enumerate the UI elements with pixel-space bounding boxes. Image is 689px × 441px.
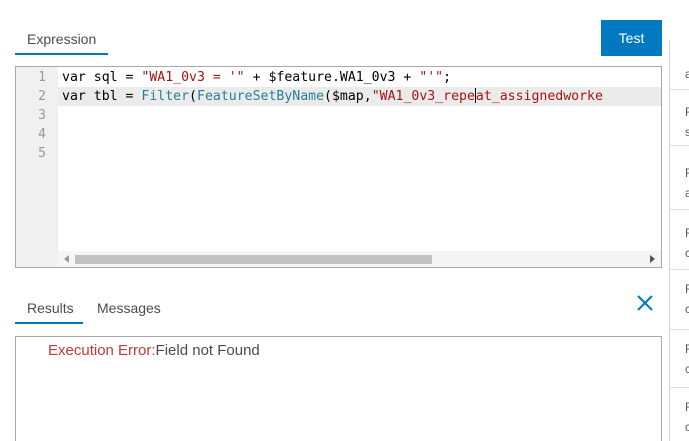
line-number: 2 — [38, 89, 46, 104]
code-text: ; — [443, 70, 452, 85]
horizontal-scrollbar[interactable] — [58, 251, 661, 267]
execution-error: Execution Error:Field not Found — [48, 342, 260, 359]
list-item[interactable]: F a — [670, 154, 689, 210]
list-item-text: s — [685, 125, 689, 139]
error-message: Field not Found — [155, 342, 260, 359]
code-text: + $feature.WA1_0v3 + — [244, 70, 420, 85]
tab-results[interactable]: Results — [27, 300, 74, 316]
code-text: ($map, — [324, 89, 372, 104]
keyword: var — [62, 89, 86, 104]
function-name: FeatureSetByName — [197, 89, 325, 104]
list-item-text: c — [685, 302, 689, 316]
code-line-1[interactable]: var sql = "WA1_0v3 = '" + $feature.WA1_0… — [62, 68, 451, 87]
code-line-2[interactable]: var tbl = Filter(FeatureSetByName($map,"… — [58, 87, 661, 106]
close-icon[interactable] — [634, 292, 656, 314]
line-number: 4 — [38, 127, 46, 142]
list-item-text: F — [685, 342, 689, 356]
tab-expression[interactable]: Expression — [27, 31, 96, 47]
function-list-panel: a F s F a F c F c F c F c — [669, 40, 689, 441]
tab-expression-underline — [15, 53, 108, 55]
list-item-text: c — [685, 246, 689, 260]
tab-messages[interactable]: Messages — [97, 300, 161, 316]
line-number-gutter: 1 2 3 4 5 — [16, 67, 58, 267]
test-button[interactable]: Test — [601, 20, 662, 56]
close-icon-svg — [637, 295, 653, 311]
list-item-text: a — [685, 67, 689, 81]
list-item-text: c — [685, 362, 689, 376]
scroll-right-icon[interactable] — [650, 255, 655, 263]
list-item-text: F — [685, 226, 689, 240]
list-item[interactable]: F s — [670, 92, 689, 146]
line-number: 5 — [38, 146, 46, 161]
string-literal: "WA1_0v3 = '" — [141, 70, 245, 85]
error-label: Execution Error: — [48, 342, 156, 359]
function-name: Filter — [141, 89, 190, 104]
list-item-text: c — [685, 420, 689, 434]
list-item[interactable]: F c — [670, 272, 689, 330]
string-literal: "'" — [419, 70, 444, 85]
tab-results-underline — [15, 322, 83, 324]
list-item[interactable]: F c — [670, 212, 689, 270]
list-item[interactable]: a — [670, 40, 689, 90]
scrollbar-thumb[interactable] — [75, 255, 432, 264]
list-item-text: a — [685, 186, 689, 200]
list-item-text: F — [685, 166, 689, 180]
list-item[interactable]: F c — [670, 390, 689, 441]
line-number: 3 — [38, 108, 46, 123]
list-item-text: F — [685, 400, 689, 414]
keyword: var — [62, 70, 86, 85]
list-item-text: F — [685, 105, 689, 119]
list-item[interactable]: F c — [670, 332, 689, 388]
code-text: ( — [189, 89, 197, 104]
code-text: tbl = — [85, 89, 142, 104]
string-literal: "WA1_0v3_repe — [371, 89, 475, 104]
line-number: 1 — [38, 70, 46, 85]
code-text: sql = — [85, 70, 142, 85]
code-editor[interactable]: 1 2 3 4 5 var sql = "WA1_0v3 = '" + $fea… — [15, 66, 662, 268]
results-panel: Execution Error:Field not Found — [15, 336, 662, 441]
list-item-text: F — [685, 282, 689, 296]
string-literal: at_assignedworke — [475, 89, 603, 104]
scroll-left-icon[interactable] — [64, 255, 69, 263]
